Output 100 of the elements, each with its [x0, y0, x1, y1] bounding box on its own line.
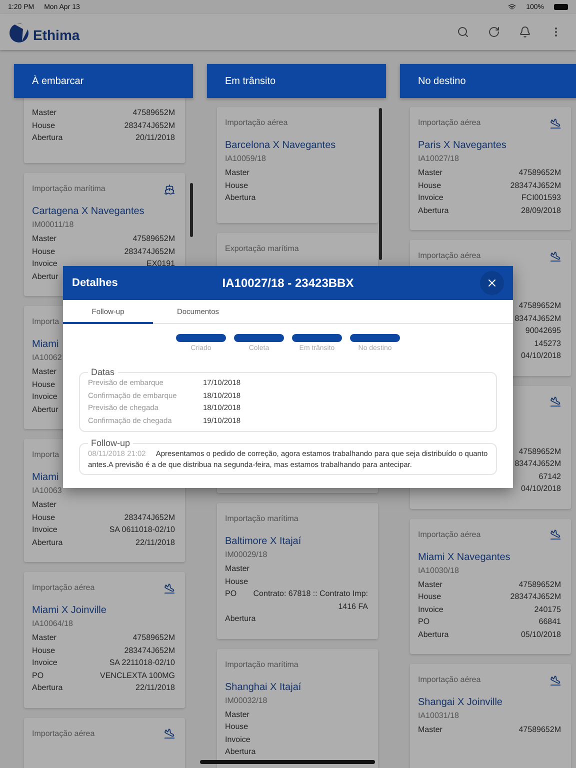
- close-button[interactable]: [480, 271, 504, 295]
- card-title: Miami X Navegantes: [418, 552, 510, 562]
- field-label: Master: [418, 167, 442, 179]
- field-value: SA 0611018-02/10: [109, 524, 175, 536]
- field-label: Invoice: [32, 524, 58, 536]
- card-category: Importação aérea: [32, 728, 95, 740]
- field-label: Invoice: [32, 258, 58, 270]
- field-label: PO: [32, 670, 44, 682]
- shipment-card[interactable]: Importação aérea Miami X Joinville IA10064/18 Master 47589652M House 283474J652M Invoice SA 2211018-02/10 PO VENCLEXTA 100MG Abertura 22/11/2018: [24, 572, 185, 708]
- field-value: 47589652M: [518, 167, 561, 179]
- field-value: EX0191: [146, 258, 175, 270]
- card-title: Baltimore X Itajaí: [225, 536, 302, 547]
- shipment-card[interactable]: Importação marítima Shanghai X Itajaí IM00032/18 Master House Invoice Abertura: [217, 648, 378, 768]
- field-label: Invoice: [418, 604, 444, 616]
- card-category: Importação aérea: [418, 250, 481, 262]
- plane-icon: [550, 250, 561, 262]
- card-category: Importação aérea: [418, 674, 481, 686]
- column-header: No destino: [400, 64, 576, 98]
- card-title: Cartagena X Navegantes: [32, 206, 144, 217]
- bell-icon: [519, 26, 531, 38]
- shipment-card[interactable]: Importação aérea Barcelona X Navegantes IA10059/18 Master House Abertura: [217, 107, 378, 223]
- field-value: 47589652M: [518, 578, 561, 590]
- field-value: SA 2211018-02/10: [109, 657, 175, 669]
- plane-icon: [164, 582, 175, 594]
- refresh-button[interactable]: [486, 24, 502, 40]
- scrollbar-thumb[interactable]: [379, 108, 382, 260]
- field-label: Abertura: [32, 536, 63, 548]
- field-label: House: [225, 576, 248, 588]
- card-code: IA10064/18: [32, 619, 73, 628]
- card-code: IA10063: [32, 486, 62, 495]
- field-label: Abertura: [225, 613, 256, 625]
- search-icon: [457, 26, 469, 38]
- field-value: 04/10/2018: [520, 350, 561, 362]
- field-label: Abertura: [225, 746, 256, 758]
- search-button[interactable]: [455, 24, 471, 40]
- field-label: Abertur: [32, 404, 58, 416]
- field-value: 04/10/2018: [520, 483, 561, 495]
- panel-legend: Follow-up: [88, 438, 134, 448]
- field-value: 47589652M: [132, 107, 175, 119]
- field-value: 05/10/2018: [520, 628, 561, 640]
- card-category: Importação marítima: [32, 183, 106, 195]
- field-value: 22/11/2018: [136, 536, 175, 548]
- shipment-card[interactable]: Importação aérea Paris X Navegantes IA10027/18 Master 47589652M House 283474J652M Invoice FCI001593 Abertura 28/09/2018: [410, 107, 571, 230]
- card-title: Miami X Joinville: [32, 605, 106, 616]
- column-header: À embarcar: [14, 64, 193, 98]
- field-value: 90042695: [525, 325, 561, 337]
- card-title: Miami: [32, 472, 59, 483]
- card-title: Shangai X Joinville: [418, 697, 502, 708]
- field-label: Master: [418, 578, 442, 590]
- shipment-card[interactable]: Importação aérea Shangai X Joinville IA10031/18 Master 47589652M: [410, 664, 571, 768]
- shipment-card[interactable]: Importação aérea Miami X Navegantes IA10030/18 Master 47589652M House 283474J652M Invoice 240175 PO 66841 Abertura 05/10/2018: [410, 518, 571, 654]
- field-label: Master: [32, 632, 56, 644]
- field-value: 47589652M: [132, 233, 175, 245]
- field-value: 67142: [538, 470, 561, 482]
- field-value: 66841: [538, 616, 561, 628]
- field-label: House: [225, 180, 248, 192]
- field-label: Abertura: [32, 132, 63, 144]
- panel-legend: Datas: [88, 367, 118, 377]
- field-value: 83474J652M: [514, 458, 561, 470]
- notifications-button[interactable]: [517, 24, 533, 40]
- field-value: 28/09/2018: [520, 204, 561, 216]
- card-title: Barcelona X Navegantes: [225, 140, 336, 151]
- field-label: House: [32, 378, 56, 390]
- field-label: Master: [32, 366, 56, 378]
- field-label: House: [418, 591, 442, 603]
- scrollbar-thumb[interactable]: [190, 183, 193, 237]
- field-label: Invoice: [32, 657, 58, 669]
- field-value: Contrato: 67818 :: Contrato Imp: 1416 FA: [252, 588, 368, 612]
- card-category: Importação aérea: [418, 528, 481, 540]
- field-label: House: [418, 180, 442, 192]
- field-label: PO: [418, 616, 430, 628]
- shipment-card[interactable]: Master 47589652M House 283474J652M Abertura 20/11/2018: [24, 98, 185, 163]
- field-value: 283474J652M: [124, 644, 175, 656]
- shipment-card[interactable]: Importação marítima Baltimore X Itajaí IM00029/18 Master House PO Contrato: 67818 :: Contrato Imp: 1416 FA Abertura: [217, 503, 378, 638]
- field-value: 283474J652M: [510, 591, 561, 603]
- field-value: VENCLEXTA 100MG: [100, 670, 175, 682]
- field-value: 283474J652M: [124, 246, 175, 258]
- field-label: Master: [32, 499, 56, 511]
- card-category: Importa: [32, 449, 60, 461]
- close-icon: [486, 277, 498, 289]
- card-code: IA10030/18: [418, 566, 459, 574]
- card-code: IA10031/18: [418, 711, 459, 720]
- field-value: 47589652M: [132, 632, 175, 644]
- card-category: Exportação marítima: [225, 243, 299, 255]
- field-value: 283474J652M: [124, 512, 175, 524]
- field-label: House: [32, 246, 56, 258]
- field-value: 283474J652M: [124, 120, 175, 132]
- field-label: PO: [225, 588, 237, 600]
- shipment-card[interactable]: Importação aérea: [24, 718, 185, 768]
- plane-icon: [164, 728, 175, 739]
- wifi-icon: [508, 3, 516, 11]
- field-label: House: [225, 721, 248, 733]
- battery-icon: [554, 4, 568, 10]
- field-label: Abertura: [418, 628, 449, 640]
- field-label: Abertura: [32, 682, 63, 694]
- card-code: IA10062: [32, 353, 62, 362]
- field-value: 47589652M: [518, 300, 561, 312]
- ship-icon: [164, 184, 175, 194]
- card-code: IA10027/18: [418, 154, 459, 163]
- field-value: 22/11/2018: [136, 682, 175, 694]
